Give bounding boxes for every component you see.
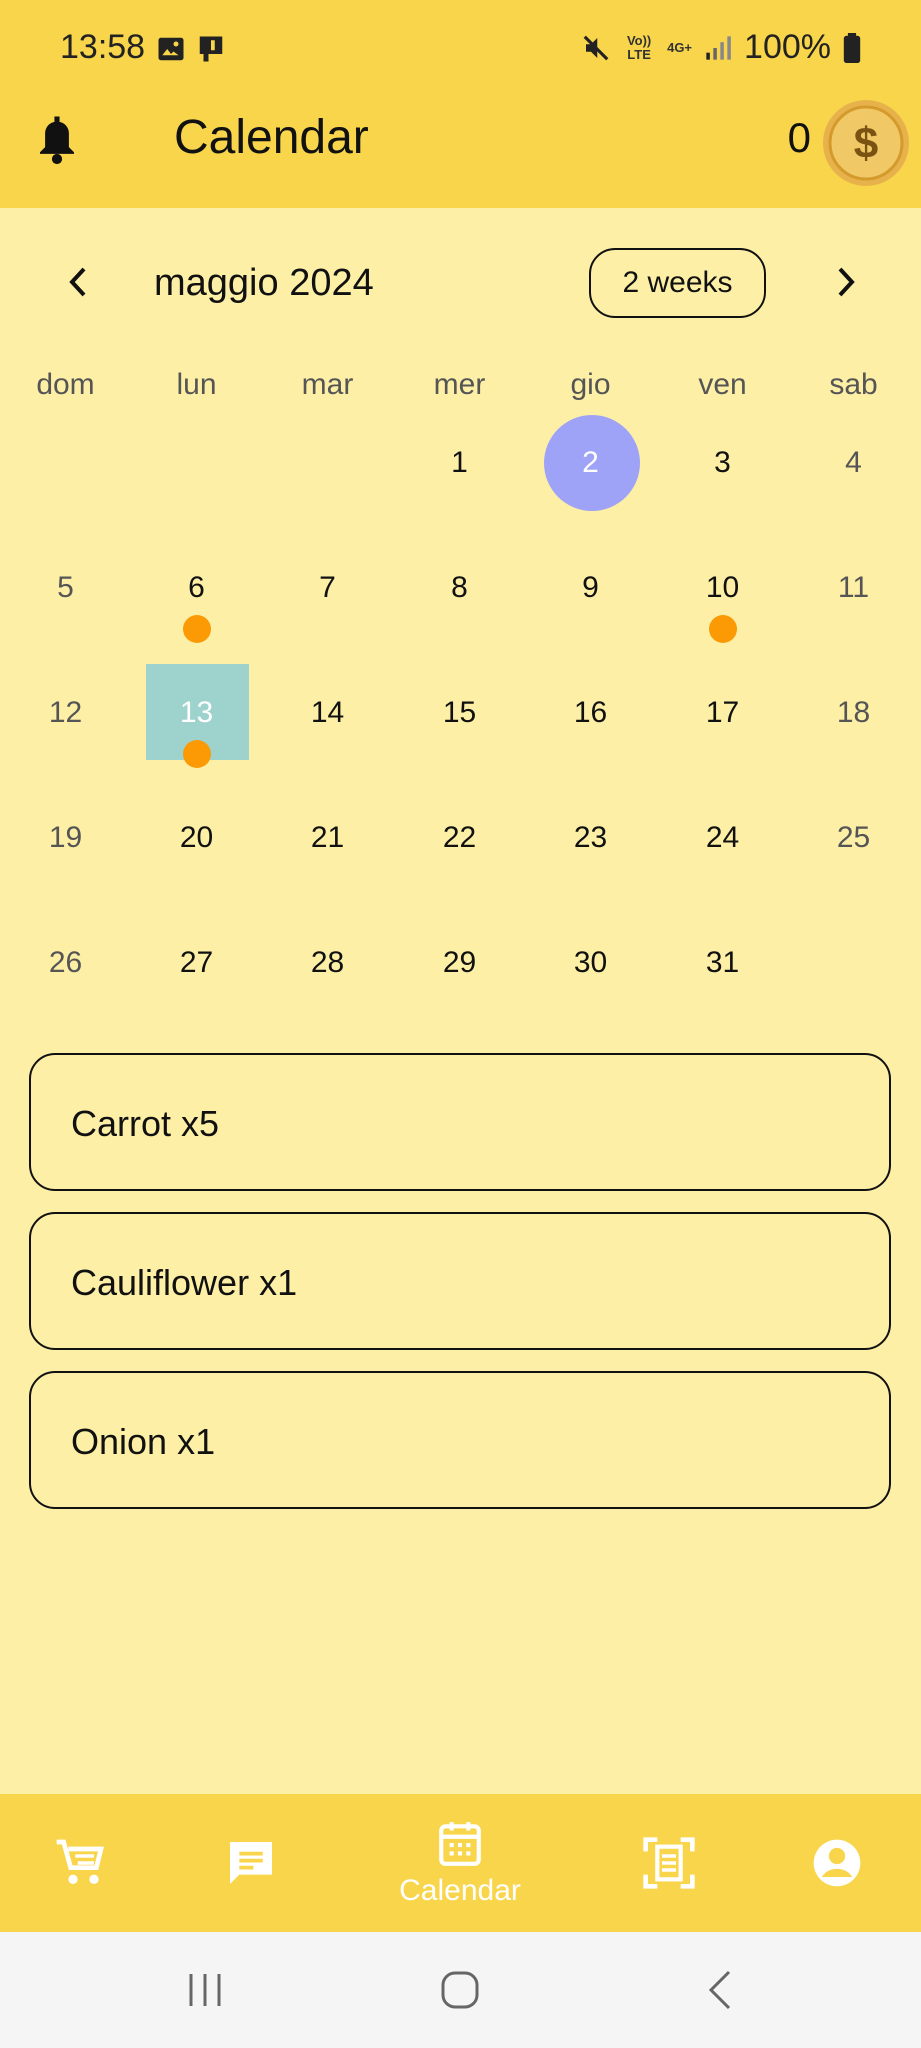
calendar-day[interactable]: 11 (788, 568, 919, 608)
weekday-sunday: dom (36, 368, 95, 401)
next-month-button[interactable] (826, 262, 866, 302)
calendar-day[interactable]: 15 (394, 693, 525, 733)
calendar-day[interactable]: 17 (657, 693, 788, 733)
calendar-day[interactable]: 27 (131, 943, 262, 983)
status-time: 13:58 (60, 28, 146, 66)
calendar-day[interactable]: 18 (788, 693, 919, 733)
calendar-day[interactable]: 1 (394, 443, 525, 483)
notifications-button[interactable] (36, 108, 78, 181)
event-label: Cauliflower x1 (71, 1262, 298, 1303)
account-icon (813, 1839, 861, 1887)
battery-icon (843, 32, 861, 63)
calendar-day[interactable]: 30 (525, 943, 656, 983)
event-marker (709, 615, 737, 643)
calendar-day[interactable]: 7 (262, 568, 393, 608)
recent-apps-icon (189, 1974, 221, 2006)
calendar-day[interactable]: 5 (0, 568, 131, 608)
calendar-day[interactable]: 13 (131, 693, 262, 733)
event-item[interactable]: Carrot x5 (29, 1053, 891, 1191)
month-title: maggio 2024 (154, 262, 374, 304)
calendar-icon (439, 1822, 481, 1866)
volte-label: Vo)) LTE (626, 32, 652, 62)
coin-button[interactable]: $ (821, 98, 911, 193)
system-navigation-bar (0, 1932, 921, 2048)
event-label: Onion x1 (71, 1421, 216, 1462)
calendar-day[interactable]: 24 (657, 818, 788, 858)
bell-icon (40, 116, 74, 165)
back-button[interactable] (700, 1962, 740, 2018)
weekday-saturday: sab (829, 368, 878, 401)
weekday-friday: ven (698, 368, 747, 401)
calendar-day[interactable]: 29 (394, 943, 525, 983)
coin-icon: $ (823, 100, 909, 186)
calendar-day[interactable]: 31 (657, 943, 788, 983)
calendar-day[interactable]: 22 (394, 818, 525, 858)
nav-chat[interactable] (211, 1794, 291, 1932)
scan-icon (643, 1837, 695, 1889)
calendar-day[interactable]: 3 (657, 443, 788, 483)
calendar-day[interactable]: 8 (394, 568, 525, 608)
phone-transfer-icon (199, 36, 223, 62)
calendar-day[interactable]: 25 (788, 818, 919, 858)
coin-symbol: $ (854, 119, 878, 168)
calendar-day[interactable]: 21 (262, 818, 393, 858)
chevron-left-icon (69, 267, 86, 297)
weekday-wednesday: mer (433, 368, 486, 401)
coin-count: 0 (787, 114, 811, 161)
gallery-icon (158, 37, 184, 61)
status-right-icons: Vo)) LTE 4G+ 100% (581, 28, 861, 67)
event-item[interactable]: Onion x1 (29, 1371, 891, 1509)
calendar-day[interactable]: 12 (0, 693, 131, 733)
weekday-thursday: gio (570, 368, 611, 401)
nav-scan[interactable] (629, 1794, 709, 1932)
calendar-format-button[interactable]: 2 weeks (589, 248, 766, 318)
calendar-day[interactable]: 28 (262, 943, 393, 983)
calendar-day[interactable]: 6 (131, 568, 262, 608)
nav-calendar[interactable]: Calendar (380, 1794, 540, 1932)
event-label: Carrot x5 (71, 1103, 220, 1144)
weekday-tuesday: mar (301, 368, 354, 401)
calendar-day[interactable]: 14 (262, 693, 393, 733)
calendar-day[interactable]: 9 (525, 568, 656, 608)
calendar-day[interactable]: 16 (525, 693, 656, 733)
previous-month-button[interactable] (58, 262, 98, 302)
status-left-icons (156, 34, 226, 64)
calendar-day[interactable]: 10 (657, 568, 788, 608)
event-marker (183, 740, 211, 768)
nav-calendar-label: Calendar (399, 1874, 521, 1907)
chat-icon (230, 1842, 272, 1884)
back-icon (708, 1970, 731, 2010)
calendar-day[interactable]: 4 (788, 443, 919, 483)
calendar-day[interactable]: 19 (0, 818, 131, 858)
network-4g-label: 4G+ (667, 39, 693, 55)
mute-icon (583, 35, 609, 60)
page-title: Calendar (174, 111, 369, 164)
cart-icon (56, 1839, 104, 1884)
calendar-day[interactable]: 26 (0, 943, 131, 983)
event-marker (183, 615, 211, 643)
nav-account[interactable] (797, 1794, 877, 1932)
calendar-day[interactable]: 23 (525, 818, 656, 858)
home-icon (441, 1971, 479, 2009)
battery-text: 100% (744, 28, 831, 66)
bottom-navigation: Calendar (0, 1794, 921, 1932)
signal-icon (706, 35, 731, 60)
nav-cart[interactable] (40, 1794, 120, 1932)
app-bar: Calendar 0 $ (0, 98, 921, 208)
calendar-day[interactable]: 2 (525, 443, 656, 483)
weekday-monday: lun (176, 368, 217, 401)
home-button[interactable] (435, 1962, 485, 2018)
calendar-day[interactable]: 20 (131, 818, 262, 858)
chevron-right-icon (838, 267, 855, 297)
recent-apps-button[interactable] (180, 1962, 230, 2018)
status-bar: 13:58 Vo)) LTE 4G+ 100% (0, 0, 921, 98)
event-item[interactable]: Cauliflower x1 (29, 1212, 891, 1350)
